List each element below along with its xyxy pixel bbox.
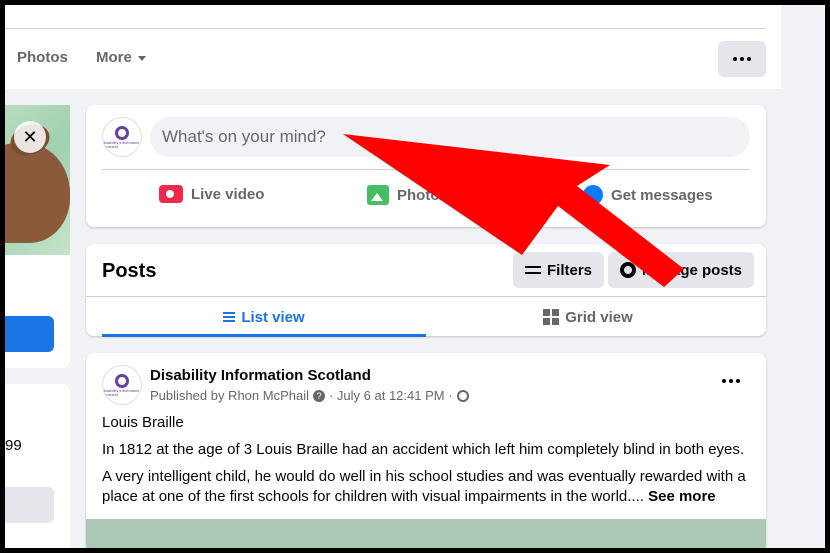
live-video-label: Live video: [191, 185, 265, 203]
avatar-logo-text: disability information scotland: [103, 387, 140, 397]
post-meta: Published by Rhon McPhail ? · July 6 at …: [150, 388, 469, 403]
left-info-card: [5, 384, 70, 548]
left-banner-image: ✕: [5, 105, 70, 255]
live-video-button[interactable]: Live video: [159, 185, 264, 203]
page-avatar[interactable]: disability information scotland: [102, 117, 142, 157]
photo-icon: [367, 185, 389, 205]
filters-label: Filters: [547, 261, 593, 279]
left-secondary-button[interactable]: [5, 487, 54, 523]
composer-card: disability information scotland What's o…: [86, 105, 766, 227]
browser-viewport: Photos More ✕ 99 disability information …: [5, 5, 825, 548]
list-icon: [223, 312, 236, 322]
published-by[interactable]: Published by Rhon McPhail: [150, 388, 309, 403]
left-primary-button[interactable]: [5, 316, 54, 352]
post-paragraph-1: In 1812 at the age of 3 Louis Braille ha…: [102, 441, 745, 458]
left-partial-number: 99: [5, 437, 22, 454]
posts-panel: Posts Filters Manage posts List view Gri…: [86, 244, 766, 337]
list-view-label: List view: [241, 308, 305, 326]
page-tabs-bar: Photos More: [5, 5, 781, 89]
post-timestamp[interactable]: · July 6 at 12:41 PM ·: [329, 388, 453, 403]
filters-button[interactable]: Filters: [513, 252, 605, 288]
more-horizontal-icon: [733, 57, 751, 61]
divider: [102, 169, 750, 170]
post-card: disability information scotland Disabili…: [86, 353, 766, 548]
manage-posts-label: Manage posts: [642, 261, 743, 279]
post-image[interactable]: [86, 519, 766, 548]
question-icon[interactable]: ?: [312, 389, 325, 402]
tab-more[interactable]: More: [96, 49, 146, 66]
video-camera-icon: [159, 185, 183, 203]
tab-photos[interactable]: Photos: [17, 49, 68, 66]
illustration-hand: [5, 143, 70, 243]
post-options-button[interactable]: [722, 379, 740, 383]
avatar-logo-text: disability information scotland: [103, 139, 140, 149]
divider: [5, 28, 766, 29]
messenger-icon: [583, 185, 603, 205]
caret-down-icon: [137, 55, 146, 61]
logo-icon: [115, 373, 129, 388]
post-author-name[interactable]: Disability Information Scotland: [150, 367, 371, 384]
filter-icon: [525, 263, 541, 277]
logo-icon: [115, 125, 129, 140]
photo-video-button[interactable]: Photo/: [367, 185, 444, 205]
globe-icon: [456, 389, 469, 402]
tab-more-label: More: [96, 49, 132, 66]
grid-view-label: Grid view: [565, 308, 633, 326]
post-title: Louis Braille: [102, 414, 184, 431]
get-messages-label: Get messages: [611, 186, 713, 204]
gear-icon: [620, 262, 636, 278]
photo-label: Photo/: [397, 186, 444, 204]
tab-grid-view[interactable]: Grid view: [426, 297, 750, 337]
grid-icon: [543, 309, 560, 325]
close-icon: ✕: [22, 126, 38, 147]
post-author-avatar[interactable]: disability information scotland: [102, 365, 142, 405]
post-paragraph-2: A very intelligent child, he would do we…: [102, 467, 752, 507]
page-options-button[interactable]: [718, 41, 766, 77]
composer-input[interactable]: What's on your mind?: [150, 117, 750, 157]
tab-list-view[interactable]: List view: [102, 297, 426, 337]
posts-heading: Posts: [102, 260, 157, 282]
manage-posts-button[interactable]: Manage posts: [608, 252, 755, 288]
get-messages-button[interactable]: Get messages: [583, 185, 713, 205]
close-button[interactable]: ✕: [14, 121, 46, 153]
see-more-link[interactable]: See more: [648, 488, 716, 505]
